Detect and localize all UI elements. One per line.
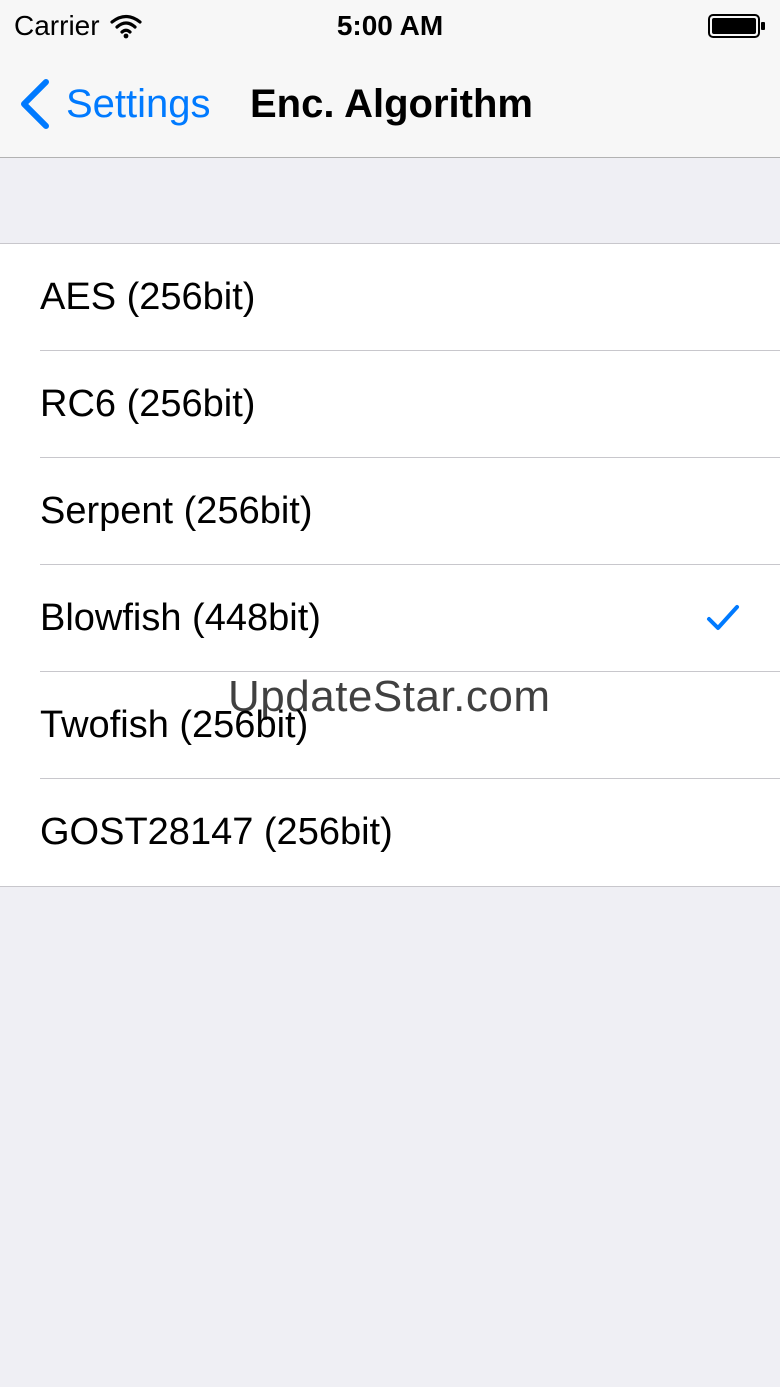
list-item-aes[interactable]: AES (256bit)	[0, 244, 780, 351]
back-button[interactable]: Settings	[18, 78, 211, 130]
list-item-label: Serpent (256bit)	[40, 490, 313, 532]
list-item-serpent[interactable]: Serpent (256bit)	[0, 458, 780, 565]
status-time: 5:00 AM	[336, 10, 444, 41]
status-bar: Carrier 5:00 AM	[0, 0, 780, 56]
list-item-label: AES (256bit)	[40, 276, 256, 318]
list-item-label: Blowfish (448bit)	[40, 597, 321, 639]
list-item-label: Twofish (256bit)	[40, 704, 309, 746]
list-item-rc6[interactable]: RC6 (256bit)	[0, 351, 780, 458]
list-item-gost28147[interactable]: GOST28147 (256bit)	[0, 779, 780, 886]
algorithm-list: AES (256bit) RC6 (256bit) Serpent (256bi…	[0, 243, 780, 887]
list-item-label: RC6 (256bit)	[40, 383, 256, 425]
navigation-bar: Settings Enc. Algorithm	[0, 56, 780, 158]
back-button-label: Settings	[66, 81, 211, 126]
checkmark-icon	[707, 605, 739, 630]
list-item-blowfish[interactable]: Blowfish (448bit)	[0, 565, 780, 672]
page-title: Enc. Algorithm	[250, 82, 533, 126]
list-item-twofish[interactable]: Twofish (256bit)	[0, 672, 780, 779]
battery-icon	[708, 14, 765, 38]
chevron-left-icon	[21, 79, 49, 129]
list-item-label: GOST28147 (256bit)	[40, 811, 393, 853]
